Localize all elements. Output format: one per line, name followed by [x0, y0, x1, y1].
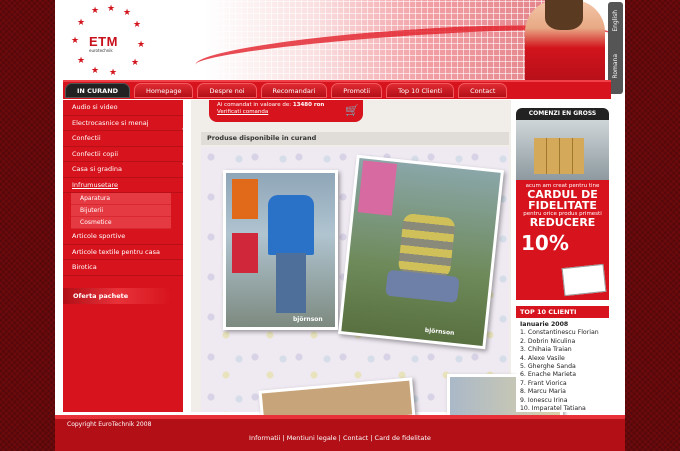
top10-list: Ianuarie 2008 1. Constantinescu Florian … [516, 318, 609, 416]
tab-top10[interactable]: Top 10 Clienti [386, 83, 455, 98]
sidebar-item-audio[interactable]: Audio si video [63, 100, 183, 116]
category-sidebar: Audio si video Electrocasnice si menaj C… [63, 100, 183, 412]
sidebar-item-sportive[interactable]: Articole sportive [63, 229, 183, 245]
cart-verify-link[interactable]: Verificati comanda [217, 109, 355, 115]
star-icon: ★ [131, 58, 140, 68]
content-title: Produse disponibile in curand [201, 132, 509, 145]
bulk-orders-photo[interactable] [516, 120, 609, 180]
list-item: 3. Chihaia Traian [520, 346, 572, 354]
photo-image [226, 173, 335, 327]
product-photo[interactable]: björnson [223, 170, 338, 330]
list-item: 5. Gherghe Sanda [520, 363, 576, 371]
card-big2: FIDELITATE [528, 199, 597, 212]
star-icon: ★ [107, 4, 116, 14]
tab-in-curand[interactable]: IN CURAND [65, 83, 131, 98]
sidebar-sub-aparatura[interactable]: Aparatura [71, 193, 171, 205]
footer-topline [55, 415, 625, 419]
header-model-hair [545, 0, 583, 30]
star-icon: ★ [91, 66, 100, 76]
star-icon: ★ [91, 6, 100, 16]
star-icon: ★ [133, 20, 142, 30]
sidebar-item-confectii[interactable]: Confectii [63, 131, 183, 147]
tab-recomandari[interactable]: Recomandari [260, 83, 328, 98]
tab-homepage[interactable]: Homepage [134, 83, 194, 98]
sweater-shape [397, 213, 456, 279]
offer-packages-button[interactable]: Oferta pachete [63, 287, 171, 304]
star-icon: ★ [137, 40, 146, 50]
sidebar-submenu: Aparatura Bijuterii Cosmetice [71, 193, 171, 229]
footer-copyright: Copyright EuroTechnik 2008 [67, 421, 152, 428]
tab-promotii[interactable]: Promotii [331, 83, 383, 98]
page-frame: ★ ★ ★ ★ ★ ★ ★ ★ ★ ★ ★ ETM eurotechnik Ro… [55, 0, 625, 451]
right-column: COMENZI EN GROSS acum am creat pentru ti… [516, 108, 609, 412]
lang-romana[interactable]: Romana [612, 54, 619, 79]
jeans-shape [385, 269, 460, 304]
star-icon: ★ [71, 36, 80, 46]
card-big3: REDUCERE [529, 216, 596, 229]
top10-title: TOP 10 CLIENTI [516, 306, 609, 318]
photo-image [341, 158, 501, 346]
sidebar-item-infrumusetare[interactable]: Infrumusetare [63, 178, 183, 193]
brand-label: björnson [293, 316, 323, 323]
list-item: 1. Constantinescu Florian [520, 329, 599, 337]
inset-red [232, 233, 258, 273]
footer: Copyright EuroTechnik 2008 Informatii | … [55, 415, 625, 451]
card-percent: 10% [521, 231, 569, 255]
logo-subtitle: eurotechnik [89, 48, 113, 53]
list-item: 6. Enache Marieta [520, 371, 577, 379]
star-icon: ★ [77, 56, 86, 66]
logo-text: ETM [89, 34, 118, 49]
jeans-shape [276, 253, 306, 313]
cart-icon[interactable]: 🛒 [345, 104, 359, 117]
footer-links[interactable]: Informatii | Mentiuni legale | Contact |… [55, 434, 625, 442]
sidebar-item-confectii-copii[interactable]: Confectii copii [63, 147, 183, 162]
cart-value: 13480 ron [292, 102, 325, 108]
tab-despre-noi[interactable]: Despre noi [197, 83, 257, 98]
star-icon: ★ [77, 18, 86, 28]
logo[interactable]: ★ ★ ★ ★ ★ ★ ★ ★ ★ ★ ★ ETM eurotechnik [67, 4, 147, 80]
list-item: 10. Imparatel Tatiana [520, 405, 586, 413]
sidebar-item-birotica[interactable]: Birotica [63, 260, 183, 276]
top10-month: Ianuarie 2008 [520, 321, 569, 328]
list-item: 2. Dobrin Niculina [520, 337, 576, 345]
sidebar-sub-cosmetice[interactable]: Cosmetice [71, 217, 171, 229]
list-item: 4. Alexe Vasile [520, 354, 565, 362]
star-icon: ★ [123, 8, 132, 18]
sidebar-sub-bijuterii[interactable]: Bijuterii [71, 205, 171, 217]
inset-orange [232, 179, 258, 219]
product-photo[interactable]: björnson [337, 154, 505, 350]
tab-contact[interactable]: Contact [458, 83, 508, 98]
jacket-shape [268, 195, 314, 255]
mini-card-image [561, 263, 607, 297]
main-nav: IN CURAND Homepage Despre noi Recomandar… [63, 80, 611, 99]
cart-summary: Ai comandat in valoare de: 13480 ron Ver… [209, 100, 363, 122]
cart-text: Ai comandat in valoare de: [217, 102, 292, 108]
lang-english[interactable]: English [612, 10, 619, 32]
list-item: 9. Ionescu Irina [520, 396, 568, 404]
list-item: 8. Marcu Maria [520, 388, 566, 396]
header-banner: ★ ★ ★ ★ ★ ★ ★ ★ ★ ★ ★ ETM eurotechnik [55, 0, 625, 80]
star-icon: ★ [109, 68, 118, 78]
bulk-orders-title[interactable]: COMENZI EN GROSS [516, 108, 609, 120]
inset-pink [357, 160, 398, 216]
list-item: 7. Frant Viorica [520, 379, 567, 387]
boxes-image [534, 138, 584, 174]
loyalty-card-banner[interactable]: acum am creat pentru tine CARDUL DE FIDE… [516, 180, 609, 300]
sidebar-item-electrocasnice[interactable]: Electrocasnice si menaj [63, 116, 183, 131]
sidebar-item-casa[interactable]: Casa si gradina [63, 162, 183, 178]
sidebar-item-textile[interactable]: Articole textile pentru casa [63, 245, 183, 260]
